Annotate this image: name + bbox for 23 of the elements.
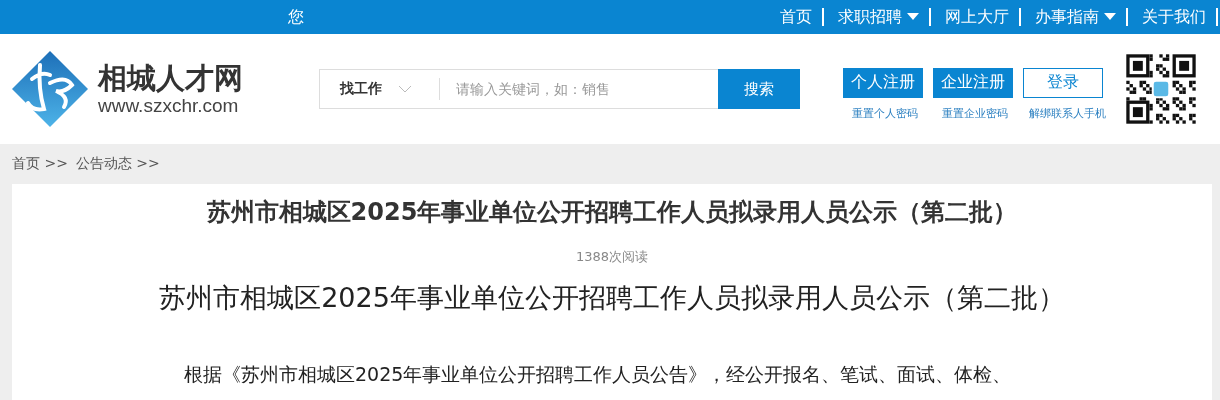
nav-link[interactable]: 首页: [768, 6, 822, 28]
register-button[interactable]: 个人注册: [843, 67, 923, 98]
nav-link[interactable]: 关于我们: [1130, 6, 1216, 28]
account-link[interactable]: 重置个人密码: [843, 105, 927, 121]
site-url: www.szxchr.com: [98, 95, 240, 117]
greeting-text: 您: [288, 6, 304, 28]
article-heading: 苏州市相城区2025年事业单位公开招聘工作人员拟录用人员公示（第二批）: [159, 281, 1065, 315]
search-button[interactable]: 搜索: [718, 69, 800, 109]
nav-link[interactable]: 求职招聘: [826, 6, 929, 28]
site-name: 相城人才网: [98, 61, 243, 95]
nav-link[interactable]: 网上大厅: [933, 6, 1019, 28]
account-link[interactable]: 重置企业密码: [933, 105, 1017, 121]
account-link[interactable]: 解绑联系人手机: [1023, 105, 1111, 121]
article-paragraph: 根据《苏州市相城区2025年事业单位公开招聘工作人员公告》，经公开报名、笔试、面试、体检、: [184, 362, 1012, 387]
search-field[interactable]: 请输入关键词，如：销售: [440, 69, 718, 109]
register-button[interactable]: 企业注册: [933, 67, 1013, 98]
login-button[interactable]: 登录: [1023, 67, 1103, 98]
breadcrumb-link[interactable]: 公告动态 >>: [75, 155, 160, 173]
category-dropdown[interactable]: 找工作: [319, 69, 440, 109]
article-title: 苏州市相城区2025年事业单位公开招聘工作人员拟录用人员公示（第二批）: [206, 197, 1018, 228]
nav-link[interactable]: 办事指南: [1023, 6, 1126, 28]
breadcrumb-link[interactable]: 首页 >>: [12, 155, 68, 173]
view-count: 1388次阅读: [575, 248, 649, 266]
